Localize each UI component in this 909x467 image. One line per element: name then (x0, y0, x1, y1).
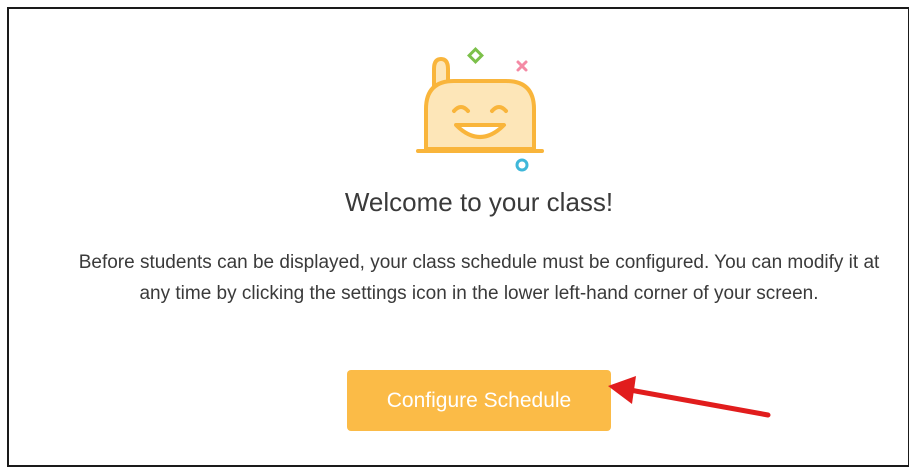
smiling-mascot-icon (416, 47, 544, 172)
configure-schedule-button[interactable]: Configure Schedule (347, 370, 611, 431)
schedule-instructions: Before students can be displayed, your c… (78, 252, 880, 304)
welcome-title: Welcome to your class! (344, 187, 614, 217)
red-arrow-annotation (608, 376, 771, 418)
